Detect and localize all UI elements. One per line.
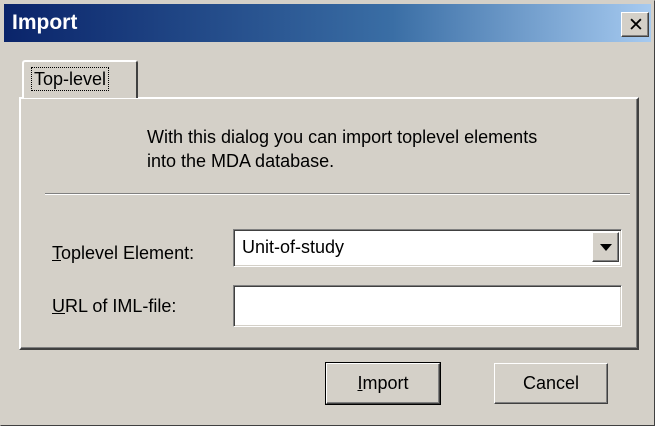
dialog-description: With this dialog you can import toplevel… (147, 125, 627, 173)
url-input[interactable] (233, 285, 622, 327)
url-label-mnemonic: U (52, 296, 65, 316)
description-line-1: With this dialog you can import toplevel… (147, 127, 538, 147)
import-dialog: Import ✕ Top-level With this dialog you … (0, 0, 655, 426)
dropdown-arrow-icon[interactable] (592, 232, 619, 262)
toplevel-label-mnemonic: T (52, 243, 61, 263)
url-label: URL of IML-file: (52, 295, 176, 317)
cancel-button[interactable]: Cancel (494, 363, 608, 404)
url-label-text: RL of IML-file: (65, 296, 177, 316)
dialog-title: Import (12, 11, 78, 34)
description-line-2: into the MDA database. (147, 151, 335, 171)
tab-label: Top-level (30, 67, 110, 91)
import-button[interactable]: Import (325, 362, 441, 405)
toplevel-element-combobox[interactable]: Unit-of-study (233, 229, 622, 267)
close-icon: ✕ (628, 14, 644, 36)
title-bar[interactable]: Import ✕ (4, 4, 651, 42)
separator (45, 193, 630, 195)
toplevel-label-text: oplevel Element: (61, 243, 195, 263)
tab-top-level[interactable]: Top-level (22, 60, 138, 98)
import-label: mport (362, 373, 409, 393)
toplevel-element-label: Toplevel Element: (52, 242, 194, 264)
toplevel-element-value: Unit-of-study (242, 237, 345, 257)
close-button[interactable]: ✕ (621, 12, 649, 37)
